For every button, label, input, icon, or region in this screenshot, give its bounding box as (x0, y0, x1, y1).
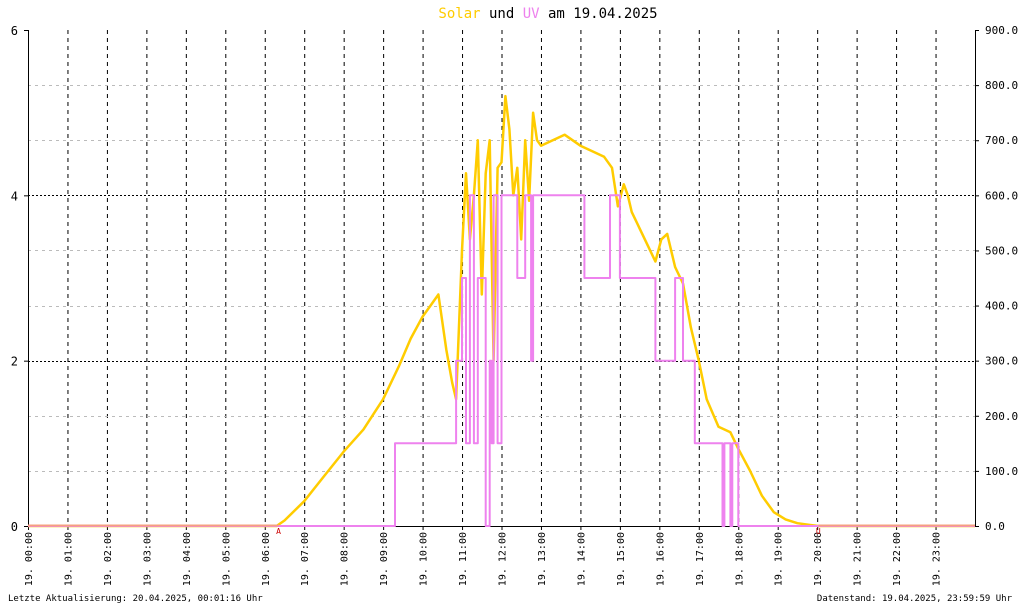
x-tick-label: 19. 22:00 (892, 532, 903, 586)
right-tick-label: 400.0 (985, 300, 1018, 313)
right-axis: 0.0 100.0 200.0 300.0 400.0 500.0 600.0 700.0 80… (975, 24, 1018, 533)
x-tick-label: 19. 11:00 (458, 532, 469, 586)
left-tick-label: 4 (11, 189, 18, 203)
left-tick-label: 0 (11, 520, 18, 534)
title-und: und (481, 6, 523, 22)
x-axis: 19. 00:00 19. 01:00 19. 02:00 19. 03:00 19. … (24, 526, 943, 586)
x-tick-label: 19. 16:00 (655, 532, 666, 586)
x-tick-label: 19. 17:00 (695, 532, 706, 586)
title-uv: UV (523, 6, 540, 22)
solar-uv-chart: Solar und UV am 19.04.2025 0 2 4 6 0.0 100.0… (8, 6, 1018, 604)
x-tick-label: 19. 01:00 (63, 532, 74, 586)
x-tick-label: 19. 02:00 (103, 532, 114, 586)
footer-data-status: Datenstand: 19.04.2025, 23:59:59 Uhr (817, 594, 1013, 604)
x-tick-label: 19. 21:00 (853, 532, 864, 586)
x-tick-label: 19. 19:00 (774, 532, 785, 586)
x-tick-label: 19. 23:00 (932, 532, 943, 586)
right-tick-label: 500.0 (985, 244, 1018, 257)
right-tick-label: 700.0 (985, 134, 1018, 147)
footer-last-update: Letzte Aktualisierung: 20.04.2025, 00:01… (8, 594, 263, 604)
right-tick-label: 800.0 (985, 79, 1018, 92)
left-tick-label: 2 (11, 355, 18, 369)
x-tick-label: 19. 06:00 (261, 532, 272, 586)
x-tick-label: 19. 20:00 (813, 532, 824, 586)
series-layer (28, 94, 975, 528)
x-tick-label: 19. 14:00 (576, 532, 587, 586)
x-tick-label: 19. 10:00 (419, 532, 430, 586)
sunrise-marker: A (276, 527, 281, 536)
x-tick-label: 19. 07:00 (300, 532, 311, 586)
left-tick-label: 6 (11, 24, 18, 38)
title-solar: Solar (438, 6, 480, 22)
x-tick-label: 19. 05:00 (221, 532, 232, 586)
chart-title: Solar und UV am 19.04.2025 (438, 6, 657, 22)
x-tick-label: 19. 09:00 (379, 532, 390, 586)
series-line-uv (28, 194, 975, 527)
svg-text:Solar und UV am 19.04.2025: Solar und UV am 19.04.2025 (438, 6, 657, 22)
x-tick-label: 19. 03:00 (142, 532, 153, 586)
right-tick-label: 900.0 (985, 24, 1018, 37)
x-tick-label: 19. 15:00 (616, 532, 627, 586)
right-tick-label: 200.0 (985, 410, 1018, 423)
right-tick-label: 100.0 (985, 465, 1018, 478)
title-date: am 19.04.2025 (540, 6, 658, 22)
x-tick-label: 19. 12:00 (498, 532, 509, 586)
x-tick-label: 19. 04:00 (182, 532, 193, 586)
x-tick-label: 19. 00:00 (24, 532, 35, 586)
x-tick-label: 19. 13:00 (537, 532, 548, 586)
right-tick-label: 300.0 (985, 355, 1018, 368)
x-tick-label: 19. 18:00 (734, 532, 745, 586)
left-axis: 0 2 4 6 (11, 24, 28, 534)
right-tick-label: 0.0 (985, 520, 1005, 533)
sunset-marker: U (816, 527, 821, 536)
right-tick-label: 600.0 (985, 189, 1018, 202)
x-tick-label: 19. 08:00 (340, 532, 351, 586)
